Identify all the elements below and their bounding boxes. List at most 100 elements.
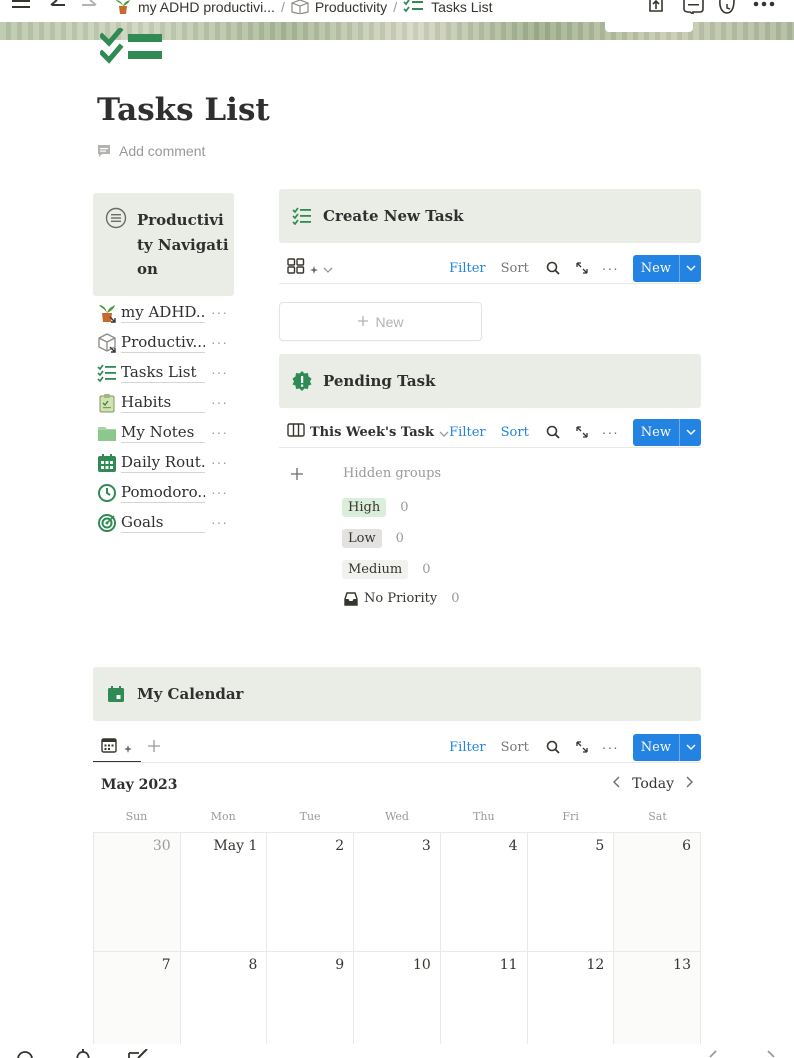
breadcrumb-item-current[interactable]: Tasks List — [431, 0, 492, 14]
weekday-label: Thu — [473, 810, 495, 823]
more-options-icon[interactable]: ··· — [602, 739, 619, 755]
nav-item-more-icon[interactable]: ··· — [211, 304, 228, 320]
board-view-icon[interactable] — [287, 422, 305, 442]
nav-item-label: Daily Rout... — [121, 453, 205, 473]
add-view-plus-icon[interactable] — [147, 738, 161, 757]
calendar-day-cell[interactable]: 10 — [354, 952, 441, 1058]
chevron-down-icon[interactable] — [679, 733, 701, 761]
nav-item-my-notes[interactable]: My Notes ··· — [97, 420, 235, 446]
forward-arrow-icon[interactable] — [764, 1046, 778, 1058]
sort-button[interactable]: Sort — [501, 261, 529, 276]
sort-button[interactable]: Sort — [501, 425, 529, 440]
expand-icon[interactable] — [573, 738, 591, 756]
calendar-day-cell[interactable]: 5 — [527, 833, 615, 952]
chevron-left-icon[interactable] — [612, 776, 622, 792]
nav-item-more-icon[interactable]: ··· — [211, 394, 228, 410]
view-name[interactable]: This Week's Task — [310, 425, 434, 440]
day-number: 12 — [586, 957, 605, 973]
search-icon[interactable] — [544, 259, 562, 277]
clock-icon — [97, 483, 117, 503]
chevron-down-icon[interactable] — [679, 418, 701, 446]
calendar-day-cell[interactable]: 9 — [267, 952, 355, 1058]
breadcrumb-item-home[interactable]: my ADHD productivi... — [138, 0, 275, 14]
hidden-group-medium[interactable]: Medium 0 — [342, 560, 430, 579]
nav-item-label: Goals — [121, 513, 205, 533]
search-icon[interactable] — [544, 738, 562, 756]
calendar-day-cell[interactable]: 2 — [267, 833, 355, 952]
nav-item-goals[interactable]: Goals ··· — [97, 510, 235, 536]
new-button-label: New — [640, 739, 671, 755]
updates-clock-icon[interactable] — [718, 0, 736, 14]
create-task-title: Create New Task — [323, 207, 464, 225]
hidden-group-high[interactable]: High 0 — [342, 498, 408, 517]
calendar-day-cell[interactable]: 12 — [528, 952, 615, 1058]
compose-icon[interactable] — [128, 1046, 150, 1058]
new-button[interactable]: New — [632, 418, 701, 446]
nav-item-label: Productiv... — [121, 333, 205, 353]
calendar-day-cell[interactable]: 4 — [440, 833, 528, 952]
day-number: 11 — [499, 957, 518, 973]
chevron-right-icon[interactable] — [684, 776, 694, 792]
forward-arrow-icon[interactable] — [80, 0, 98, 14]
sort-button[interactable]: Sort — [501, 740, 529, 755]
page-checklist-icon[interactable] — [98, 26, 164, 70]
search-icon[interactable] — [544, 423, 562, 441]
nav-item-more-icon[interactable]: ··· — [211, 454, 228, 470]
calendar-day-cell[interactable]: 3 — [354, 833, 441, 952]
expand-icon[interactable] — [573, 259, 591, 277]
filter-button[interactable]: Filter — [449, 740, 485, 755]
nav-item-habits[interactable]: Habits ··· — [97, 390, 235, 416]
nav-item-more-icon[interactable]: ··· — [211, 514, 228, 530]
expand-icon[interactable] — [573, 423, 591, 441]
new-button[interactable]: New — [632, 254, 701, 282]
group-count: 0 — [451, 591, 460, 606]
add-new-card-button[interactable]: New — [279, 302, 482, 341]
nav-item-more-icon[interactable]: ··· — [211, 484, 228, 500]
calendar-day-cell[interactable]: 30 — [94, 833, 181, 952]
nav-item-label: my ADHD... — [121, 303, 205, 323]
gallery-view-icon[interactable] — [287, 258, 305, 278]
more-options-icon[interactable]: ··· — [602, 260, 619, 276]
calendar-day-cell[interactable]: May 1 — [180, 833, 268, 952]
day-number: 9 — [335, 957, 345, 973]
chevron-down-icon[interactable] — [439, 423, 449, 442]
nav-item-tasks-list[interactable]: Tasks List ··· — [97, 360, 235, 386]
filter-button[interactable]: Filter — [449, 425, 485, 440]
breadcrumb-separator: / — [280, 0, 285, 15]
nav-item-more-icon[interactable]: ··· — [211, 424, 228, 440]
chevron-down-icon[interactable] — [323, 259, 333, 278]
bell-icon[interactable] — [74, 1046, 92, 1058]
nav-item-daily-routine[interactable]: Daily Rout... ··· — [97, 450, 235, 476]
hidden-group-no-priority[interactable]: No Priority 0 — [344, 591, 460, 606]
back-arrow-icon[interactable] — [706, 1046, 720, 1058]
add-group-plus-icon[interactable] — [289, 466, 305, 486]
breadcrumb-item-productivity[interactable]: Productivity — [315, 0, 387, 14]
share-icon[interactable] — [647, 0, 665, 14]
calendar-day-cell[interactable]: 8 — [181, 952, 268, 1058]
more-options-icon[interactable]: ··· — [602, 424, 619, 440]
nav-item-productivity[interactable]: Productiv... ··· — [97, 330, 235, 356]
add-comment-button[interactable]: Add comment — [97, 143, 205, 159]
calendar-callout: My Calendar — [93, 667, 701, 721]
calendar-day-cell[interactable]: 6 — [614, 833, 701, 952]
calendar-day-cell[interactable]: 7 — [94, 952, 181, 1058]
menu-icon[interactable] — [12, 0, 32, 14]
nav-item-more-icon[interactable]: ··· — [211, 364, 228, 380]
new-button[interactable]: New — [632, 733, 701, 761]
search-icon[interactable] — [16, 1046, 36, 1058]
calendar-day-cell[interactable]: 13 — [614, 952, 701, 1058]
chevron-down-icon[interactable] — [679, 254, 701, 282]
back-arrow-icon[interactable] — [49, 0, 67, 14]
calendar-day-cell[interactable]: 11 — [441, 952, 528, 1058]
hidden-group-low[interactable]: Low 0 — [342, 529, 404, 548]
filter-button[interactable]: Filter — [449, 261, 485, 276]
today-button[interactable]: Today — [632, 776, 674, 792]
comments-icon[interactable] — [682, 0, 704, 14]
weekday-label: Tue — [299, 810, 321, 823]
more-options-icon[interactable] — [753, 0, 777, 14]
nav-item-adhd[interactable]: my ADHD... ··· — [97, 300, 235, 326]
nav-item-more-icon[interactable]: ··· — [211, 334, 228, 350]
page-title[interactable]: Tasks List — [97, 92, 270, 128]
nav-item-pomodoro[interactable]: Pomodoro... ··· — [97, 480, 235, 506]
calendar-view-icon[interactable] — [101, 737, 117, 757]
